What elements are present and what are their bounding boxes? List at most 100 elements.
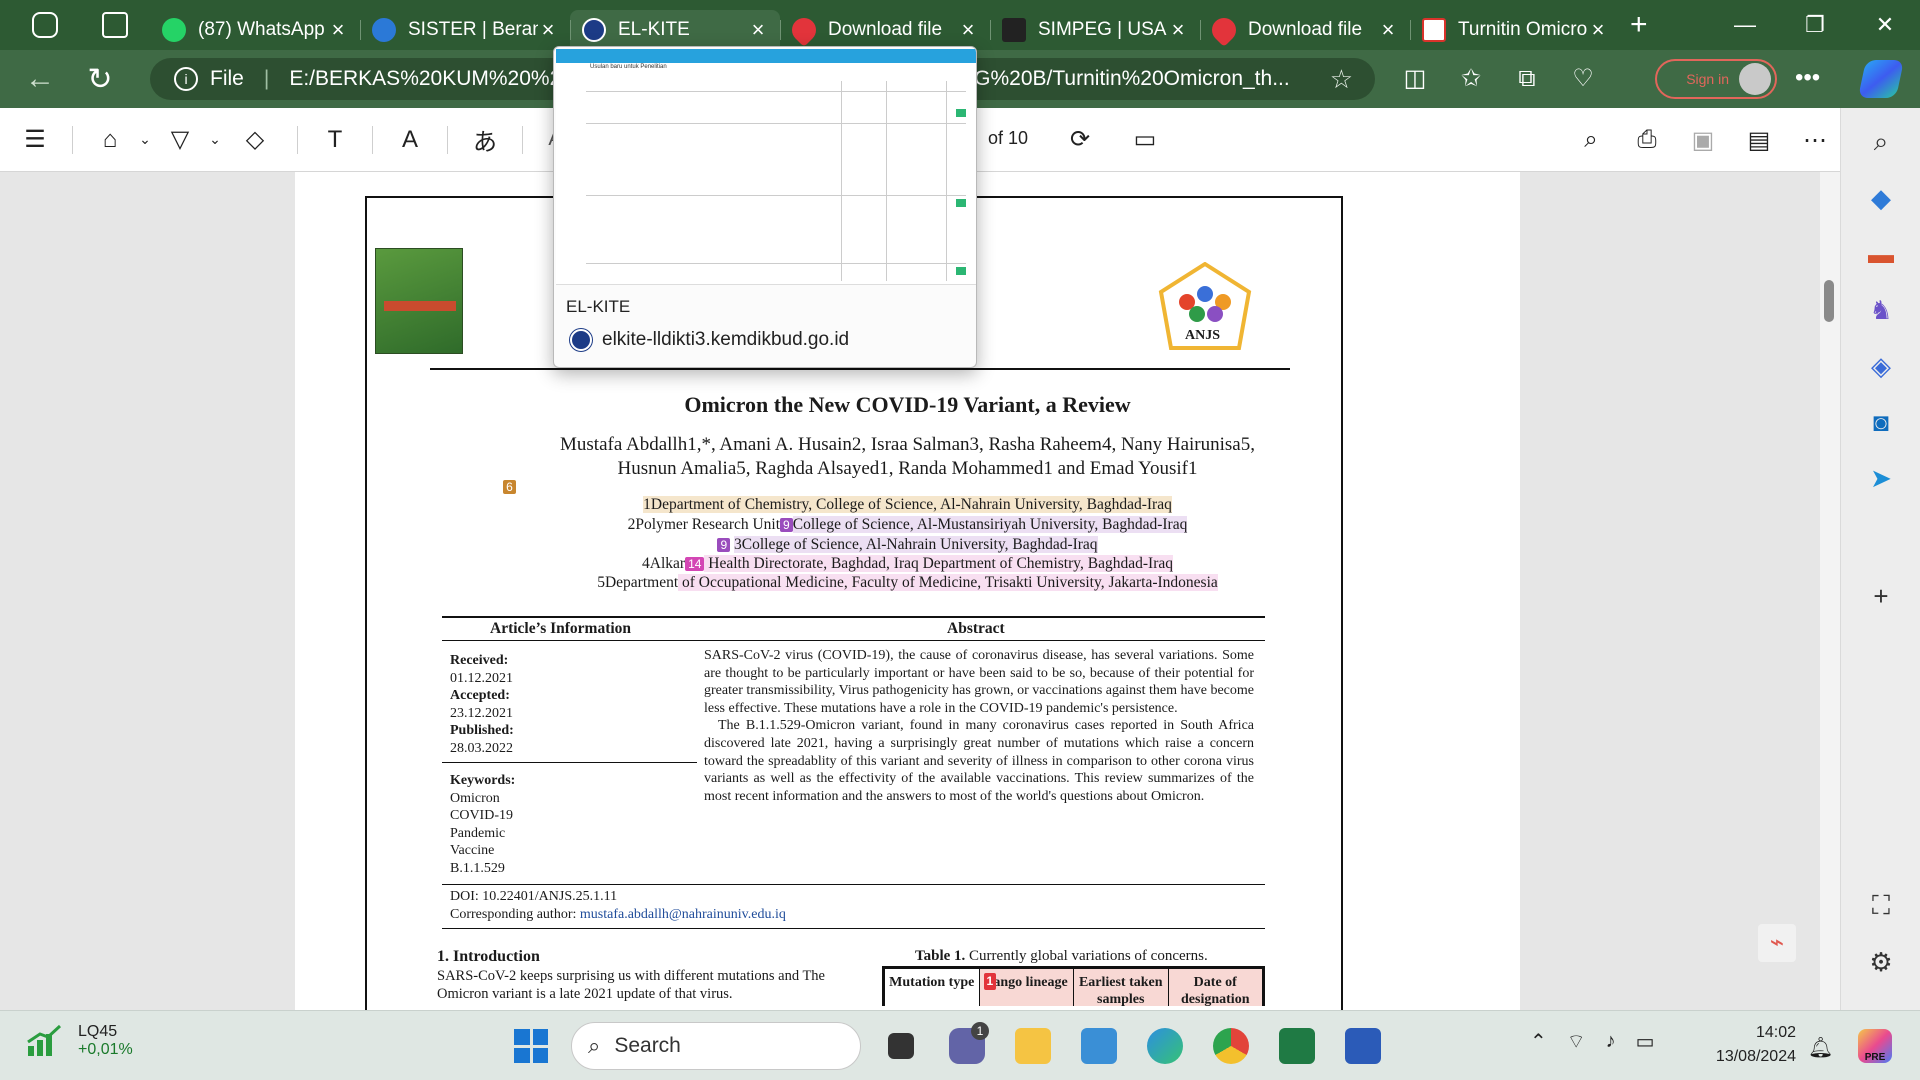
notification-bell-icon[interactable]: 🔔︎ (1808, 1035, 1833, 1060)
back-button[interactable]: ← (20, 59, 60, 99)
rotate-icon[interactable]: ⟳ (1065, 108, 1095, 172)
copilot-icon[interactable] (1857, 60, 1905, 98)
settings-icon[interactable]: ⚙ (1863, 944, 1899, 980)
eraser-icon[interactable]: ◇ (225, 108, 285, 172)
tab-actions-icon[interactable] (102, 12, 128, 38)
close-icon[interactable]: × (1588, 17, 1608, 43)
task-view-button[interactable] (875, 1020, 927, 1072)
refresh-button[interactable]: ↻ (80, 59, 120, 99)
page-view-icon[interactable]: ▭ (1130, 108, 1160, 172)
tab-turnitin[interactable]: Turnitin Omicron × (1410, 10, 1620, 50)
tab-title: SISTER | Beranda (408, 19, 538, 40)
tab-sister[interactable]: SISTER | Beranda × (360, 10, 570, 50)
file-explorer-button[interactable] (1007, 1020, 1059, 1072)
text-box-icon[interactable]: T (310, 108, 360, 172)
close-window-button[interactable]: ✕ (1850, 0, 1920, 50)
games-icon[interactable]: ♞ (1863, 292, 1899, 328)
similarity-badge[interactable]: 1 (983, 973, 997, 990)
similarity-badge[interactable]: 9 (780, 518, 793, 532)
excel-button[interactable] (1271, 1020, 1323, 1072)
new-tab-button[interactable]: + (1630, 8, 1648, 42)
table-caption: Table 1. Currently global variations of … (915, 948, 1208, 965)
published-label: Published: (450, 723, 514, 739)
edge-button[interactable] (1139, 1020, 1191, 1072)
word-button[interactable] (1337, 1020, 1389, 1072)
similarity-badge[interactable]: 14 (685, 557, 705, 571)
close-icon[interactable]: × (538, 17, 558, 43)
close-icon[interactable]: × (328, 17, 348, 43)
minimize-button[interactable]: — (1710, 0, 1780, 50)
add-sidebar-icon[interactable]: + (1863, 578, 1899, 614)
workspaces-icon[interactable] (32, 12, 58, 38)
corresponding-author: Corresponding author: mustafa.abdallh@na… (450, 906, 786, 924)
start-button[interactable] (505, 1020, 557, 1072)
preview-url: elkite-lldikti3.kemdikbud.go.id (570, 329, 849, 351)
stock-widget[interactable]: LQ45 +0,01% (26, 1023, 133, 1059)
teams-button[interactable]: 1 (941, 1020, 993, 1072)
scrollbar-thumb[interactable] (1824, 280, 1834, 322)
close-icon[interactable]: × (748, 17, 768, 43)
sign-in-button[interactable]: Sign in (1655, 59, 1777, 99)
highlight-icon[interactable]: ⌂ (85, 108, 135, 172)
outlook-icon[interactable]: ◙ (1863, 404, 1899, 440)
copilot-app-icon[interactable]: ◈ (1863, 348, 1899, 384)
affiliation-2-b: College of Science (792, 516, 910, 533)
adobe-acrobat-icon[interactable]: ⌁ (1758, 924, 1796, 962)
tab-elkite[interactable]: EL-KITE × (570, 10, 780, 50)
similarity-badge[interactable]: 9 (717, 538, 731, 552)
restore-button[interactable]: ❐ (1780, 0, 1850, 50)
save-icon[interactable]: ▣ (1688, 108, 1718, 172)
shopping-icon[interactable]: ◆ (1863, 180, 1899, 216)
battery-icon[interactable]: ▭ (1636, 1029, 1655, 1054)
chevron-down-icon[interactable]: ⌄ (205, 108, 225, 172)
thumbnail-header (556, 49, 976, 63)
clock[interactable]: 14:02 13/08/2024 (1700, 1021, 1796, 1069)
badge-row-1: 6 (0, 478, 1122, 496)
more-icon[interactable]: ⋯ (1800, 108, 1830, 172)
url-start: E:/BERKAS%20KUM%20%20D (289, 67, 589, 90)
draw-icon[interactable]: ▽ (155, 108, 205, 172)
received-label: Received: (450, 653, 509, 668)
thumbnail-column (841, 81, 842, 281)
split-screen-icon[interactable]: ◫ (1400, 64, 1430, 94)
info-icon[interactable]: i (174, 67, 198, 91)
read-aloud-icon[interactable]: A (385, 108, 435, 172)
tools-icon[interactable]: ▬ (1863, 236, 1899, 272)
chevron-down-icon[interactable]: ⌄ (135, 108, 155, 172)
screenshot-icon[interactable]: ⛶ (1863, 888, 1899, 924)
close-icon[interactable]: × (958, 17, 978, 43)
tab-hover-preview[interactable]: Usulan baru untuk Penelitian EL-KITE elk… (553, 46, 977, 368)
more-options-icon[interactable]: ••• (1795, 64, 1820, 92)
tab-simpeg[interactable]: SIMPEG | USAHID × (990, 10, 1200, 50)
browser-essentials-icon[interactable]: ♡ (1568, 64, 1598, 94)
chevron-up-icon[interactable]: ⌃ (1530, 1029, 1547, 1054)
affiliation-3-text: 3College of Science, Al-Nahrain Universi… (734, 536, 1098, 553)
affiliation-4-b: Health Directorate, Baghdad, Iraq Depart… (704, 555, 1173, 572)
volume-icon[interactable]: ♪ (1606, 1030, 1616, 1053)
favorites-icon[interactable]: ✩ (1456, 64, 1486, 94)
print-icon[interactable]: ⎙ (1632, 108, 1662, 172)
thumbnail-row (586, 195, 966, 196)
table-caption-label: Table 1. (915, 948, 966, 964)
send-icon[interactable]: ➤ (1863, 460, 1899, 496)
save-as-icon[interactable]: ▤ (1744, 108, 1774, 172)
contents-icon[interactable]: ☰ (10, 108, 60, 172)
copilot-pre-icon[interactable]: PRE (1858, 1029, 1892, 1063)
search-icon[interactable]: ⌕ (1576, 108, 1606, 172)
collections-icon[interactable]: ⧉ (1512, 64, 1542, 94)
stories-button[interactable] (1073, 1020, 1125, 1072)
wifi-icon[interactable]: ⌔ (1567, 1029, 1586, 1054)
similarity-badge[interactable]: 6 (503, 480, 516, 494)
tab-download-file-2[interactable]: Download file × (1200, 10, 1410, 50)
chrome-button[interactable] (1205, 1020, 1257, 1072)
taskbar-search[interactable]: ⌕ Search (571, 1022, 861, 1070)
search-icon[interactable]: ⌕ (1863, 124, 1899, 160)
tab-download-file[interactable]: Download file × (780, 10, 990, 50)
close-icon[interactable]: × (1168, 17, 1188, 43)
close-icon[interactable]: × (1378, 17, 1398, 43)
taskbar: LQ45 +0,01% ⌕ Search 1 ⌃ ⌔ ♪ ▭ 14:02 13/… (0, 1010, 1920, 1080)
favorite-star-icon[interactable]: ☆ (1330, 64, 1353, 95)
corresponding-email[interactable]: mustafa.abdallh@nahrainuniv.edu.iq (580, 907, 786, 922)
translate-icon[interactable]: あ (460, 108, 510, 172)
tab-whatsapp[interactable]: (87) WhatsApp × (150, 10, 360, 50)
